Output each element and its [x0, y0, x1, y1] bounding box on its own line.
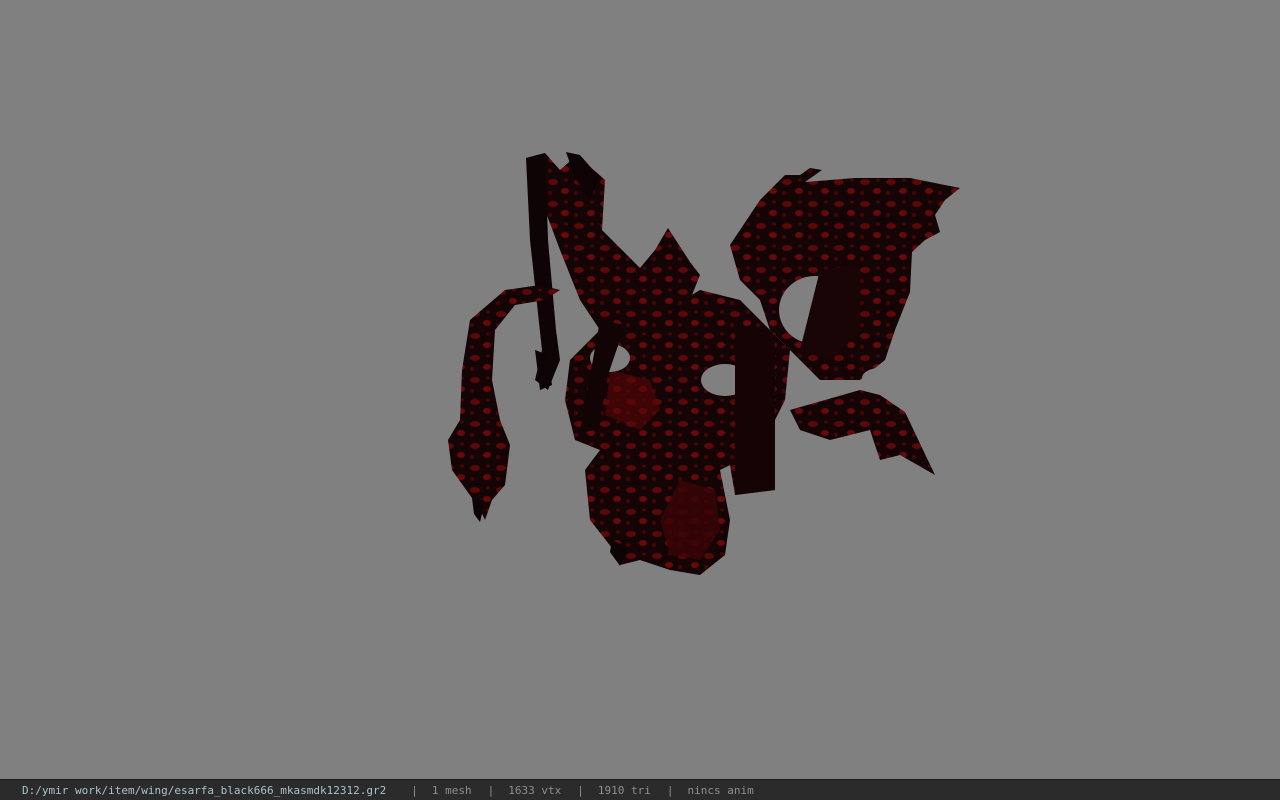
- 3d-viewport[interactable]: [0, 0, 1280, 779]
- separator: |: [577, 783, 584, 797]
- vertex-count-label: 1633 vtx: [508, 783, 562, 797]
- separator: |: [487, 783, 495, 797]
- separator: |: [411, 783, 418, 797]
- mesh-count-label: 1 mesh: [431, 783, 472, 797]
- separator: |: [666, 783, 674, 797]
- status-bar: D:/ymir work/item/wing/esarfa_black666_m…: [0, 779, 1280, 800]
- right-lower-ribbon: [790, 390, 935, 475]
- wing-model-render: [448, 152, 960, 575]
- animation-status-label: nincs anim: [687, 783, 754, 797]
- file-path-label: D:/ymir work/item/wing/esarfa_black666_m…: [22, 783, 387, 797]
- triangle-count-label: 1910 tri: [597, 783, 651, 797]
